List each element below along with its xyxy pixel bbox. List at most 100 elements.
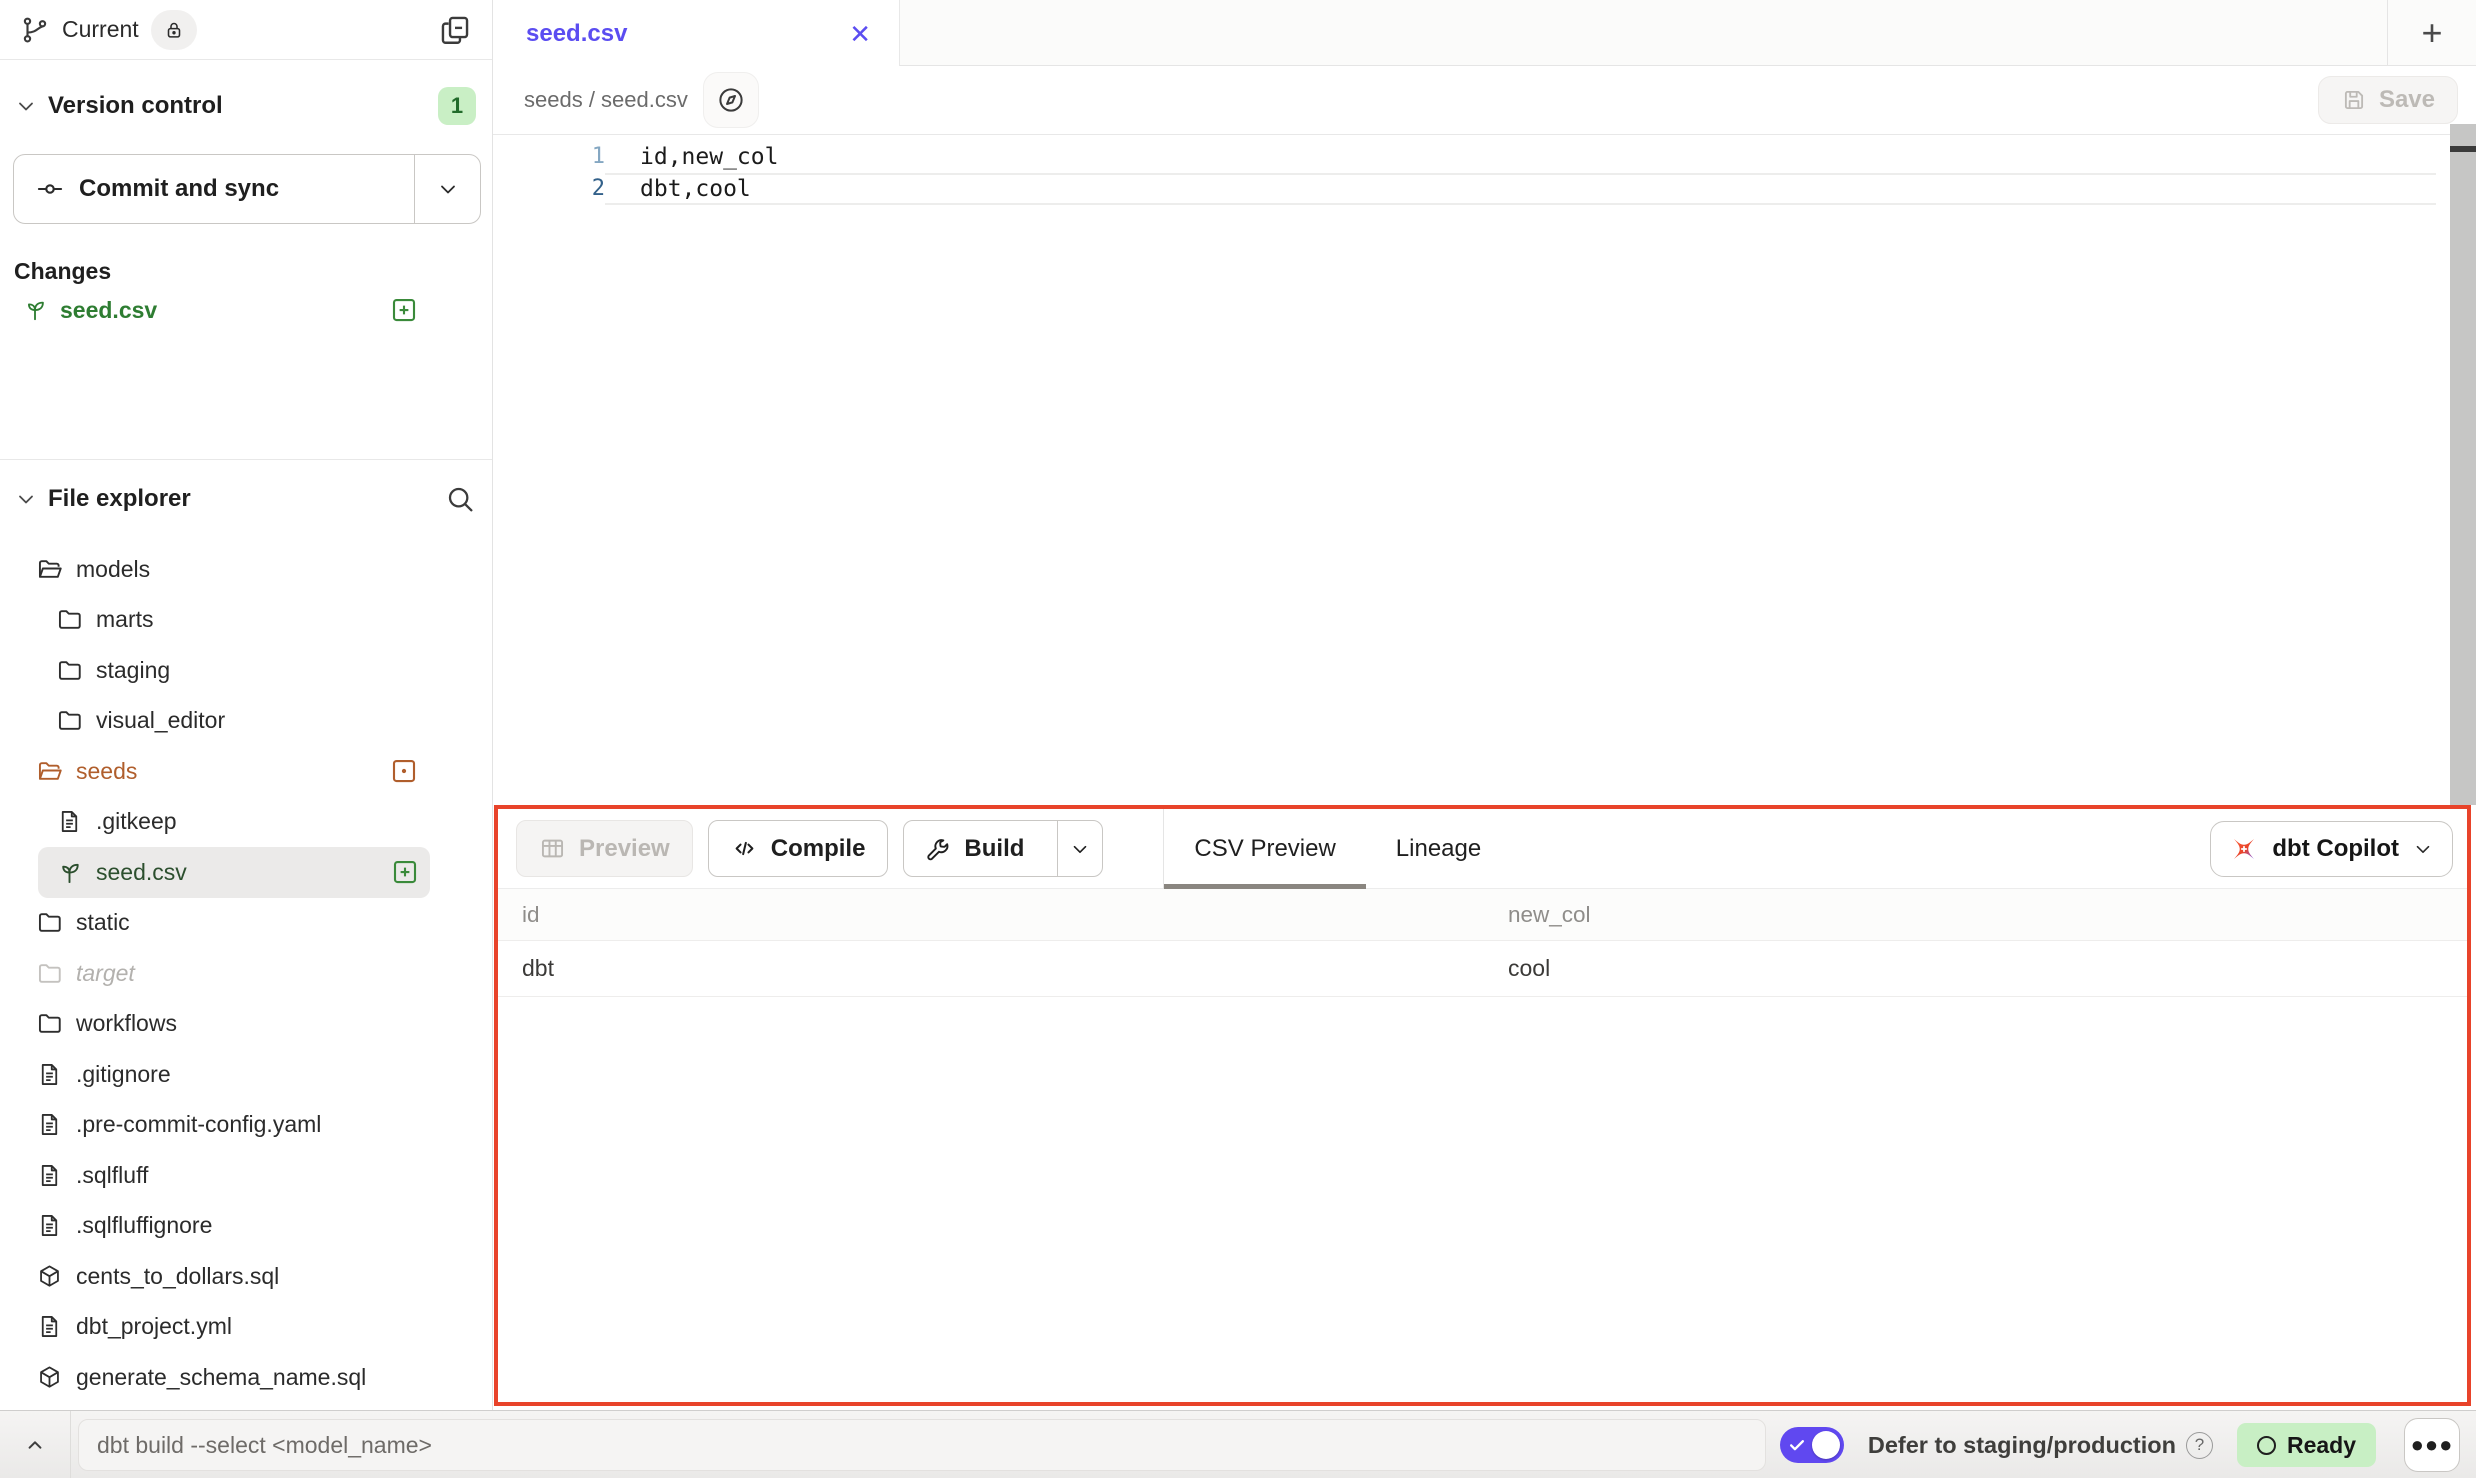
branch-lock-badge: [151, 10, 197, 50]
folder-open-icon: [36, 556, 63, 583]
collapse-command-bar-button[interactable]: [0, 1411, 71, 1478]
code-editor[interactable]: 1 id,new_col 2 dbt,cool: [493, 135, 2476, 805]
tree-item-visual-editor[interactable]: visual_editor: [0, 696, 492, 747]
status-circle-icon: [2257, 1436, 2276, 1455]
dbt-copilot-button[interactable]: dbt Copilot: [2210, 821, 2453, 877]
dbt-copilot-icon: [2229, 834, 2259, 864]
tree-item-models[interactable]: models: [0, 544, 492, 595]
tab-title: seed.csv: [526, 20, 627, 48]
compass-icon: [716, 85, 746, 115]
file-name: .gitignore: [76, 1061, 171, 1088]
results-toolbar: Preview Compile Build CSV Previ: [498, 809, 2467, 889]
commit-and-sync-main[interactable]: Commit and sync: [14, 155, 414, 223]
main-area: seed.csv ✕ + seeds / seed.csv Save 1 id,…: [493, 0, 2476, 1410]
file-explorer-header[interactable]: File explorer: [0, 460, 492, 538]
code-line[interactable]: 1 id,new_col: [493, 141, 2476, 173]
tab-csv-preview[interactable]: CSV Preview: [1164, 809, 1365, 889]
preview-button[interactable]: Preview: [516, 820, 693, 877]
folder-open-icon: [36, 758, 63, 785]
save-button[interactable]: Save: [2318, 76, 2458, 124]
build-options-caret[interactable]: [1057, 821, 1102, 876]
save-icon: [2341, 87, 2367, 113]
file-name: cents_to_dollars.sql: [76, 1263, 279, 1290]
tree-item-sqlfluffignore[interactable]: .sqlfluffignore: [0, 1201, 492, 1252]
changed-file-name: seed.csv: [60, 297, 157, 324]
folder-icon: [36, 909, 63, 936]
commit-and-sync-button[interactable]: Commit and sync: [13, 154, 481, 224]
folder-icon: [36, 960, 63, 987]
file-name: seeds: [76, 758, 137, 785]
file-icon: [56, 808, 83, 835]
commit-options-caret[interactable]: [414, 155, 480, 223]
compile-button[interactable]: Compile: [708, 820, 889, 877]
chevron-down-icon: [2412, 838, 2434, 860]
lock-icon: [163, 19, 185, 41]
code-line-active[interactable]: 2 dbt,cool: [493, 173, 2476, 205]
tab-lineage[interactable]: Lineage: [1366, 809, 1511, 889]
file-name: generate_schema_name.sql: [76, 1364, 366, 1391]
chevron-up-icon: [22, 1432, 48, 1458]
branch-row: Current: [0, 0, 492, 60]
line-text: id,new_col: [640, 144, 778, 170]
tree-item-gitkeep[interactable]: .gitkeep: [0, 797, 492, 848]
breadcrumb: seeds / seed.csv: [524, 87, 688, 113]
tree-item-target[interactable]: target: [0, 948, 492, 999]
table-cell: cool: [1508, 955, 2467, 982]
tree-item-generate-schema-name[interactable]: generate_schema_name.sql: [0, 1352, 492, 1403]
ready-status-badge[interactable]: Ready: [2237, 1423, 2376, 1467]
file-icon: [36, 1061, 63, 1088]
chevron-down-icon: [14, 487, 38, 511]
help-icon[interactable]: ?: [2186, 1432, 2213, 1459]
file-name: models: [76, 556, 150, 583]
file-icon: [36, 1162, 63, 1189]
build-label: Build: [964, 835, 1024, 863]
seed-icon: [56, 859, 83, 886]
more-options-button[interactable]: ●●●: [2404, 1418, 2460, 1472]
changes-title: Changes: [14, 258, 492, 285]
chevron-down-icon: [1069, 838, 1091, 860]
added-file-icon: [390, 857, 420, 887]
folder-icon: [36, 1010, 63, 1037]
build-button[interactable]: Build: [903, 820, 1103, 877]
file-name: seed.csv: [96, 859, 187, 886]
tree-item-marts[interactable]: marts: [0, 595, 492, 646]
defer-toggle[interactable]: [1780, 1427, 1844, 1463]
file-icon: [36, 1111, 63, 1138]
file-name: .pre-commit-config.yaml: [76, 1111, 321, 1138]
editor-scrollbar[interactable]: [2450, 124, 2476, 805]
close-tab-icon[interactable]: ✕: [849, 21, 871, 47]
ready-label: Ready: [2287, 1432, 2356, 1459]
command-input[interactable]: dbt build --select <model_name>: [78, 1419, 1766, 1471]
tab-seed-csv[interactable]: seed.csv ✕: [493, 0, 900, 67]
tree-item-sqlfluff[interactable]: .sqlfluff: [0, 1150, 492, 1201]
changed-file-row[interactable]: seed.csv: [0, 285, 492, 335]
code-icon: [731, 835, 758, 862]
tree-item-pre-commit-config[interactable]: .pre-commit-config.yaml: [0, 1100, 492, 1151]
dbt-ide-app: Current Version control 1 Commit and syn…: [0, 0, 2476, 1478]
search-icon[interactable]: [444, 483, 476, 515]
file-tree: models marts staging visual_editor seeds: [0, 544, 492, 1403]
tree-item-cents-to-dollars[interactable]: cents_to_dollars.sql: [0, 1251, 492, 1302]
toggle-knob: [1812, 1431, 1840, 1459]
file-name: .sqlfluffignore: [76, 1212, 212, 1239]
commit-and-sync-label: Commit and sync: [79, 175, 279, 203]
tree-item-seeds[interactable]: seeds: [0, 746, 492, 797]
scrollbar-thumb[interactable]: [2450, 146, 2476, 152]
tree-item-static[interactable]: static: [0, 898, 492, 949]
new-tab-button[interactable]: +: [2387, 0, 2476, 66]
commit-icon: [36, 175, 64, 203]
build-main[interactable]: Build: [904, 821, 1044, 876]
version-control-header[interactable]: Version control 1: [0, 84, 492, 128]
file-icon: [36, 1212, 63, 1239]
command-placeholder: dbt build --select <model_name>: [97, 1432, 432, 1459]
tree-item-workflows[interactable]: workflows: [0, 999, 492, 1050]
copy-icon[interactable]: [438, 13, 472, 47]
lineage-compass-button[interactable]: [704, 73, 758, 127]
save-label: Save: [2379, 86, 2435, 114]
table-row[interactable]: dbt cool: [498, 941, 2467, 997]
tree-item-staging[interactable]: staging: [0, 645, 492, 696]
branch-name[interactable]: Current: [62, 16, 139, 43]
tree-item-seed-csv[interactable]: seed.csv: [38, 847, 430, 898]
tree-item-dbt-project[interactable]: dbt_project.yml: [0, 1302, 492, 1353]
tree-item-gitignore[interactable]: .gitignore: [0, 1049, 492, 1100]
